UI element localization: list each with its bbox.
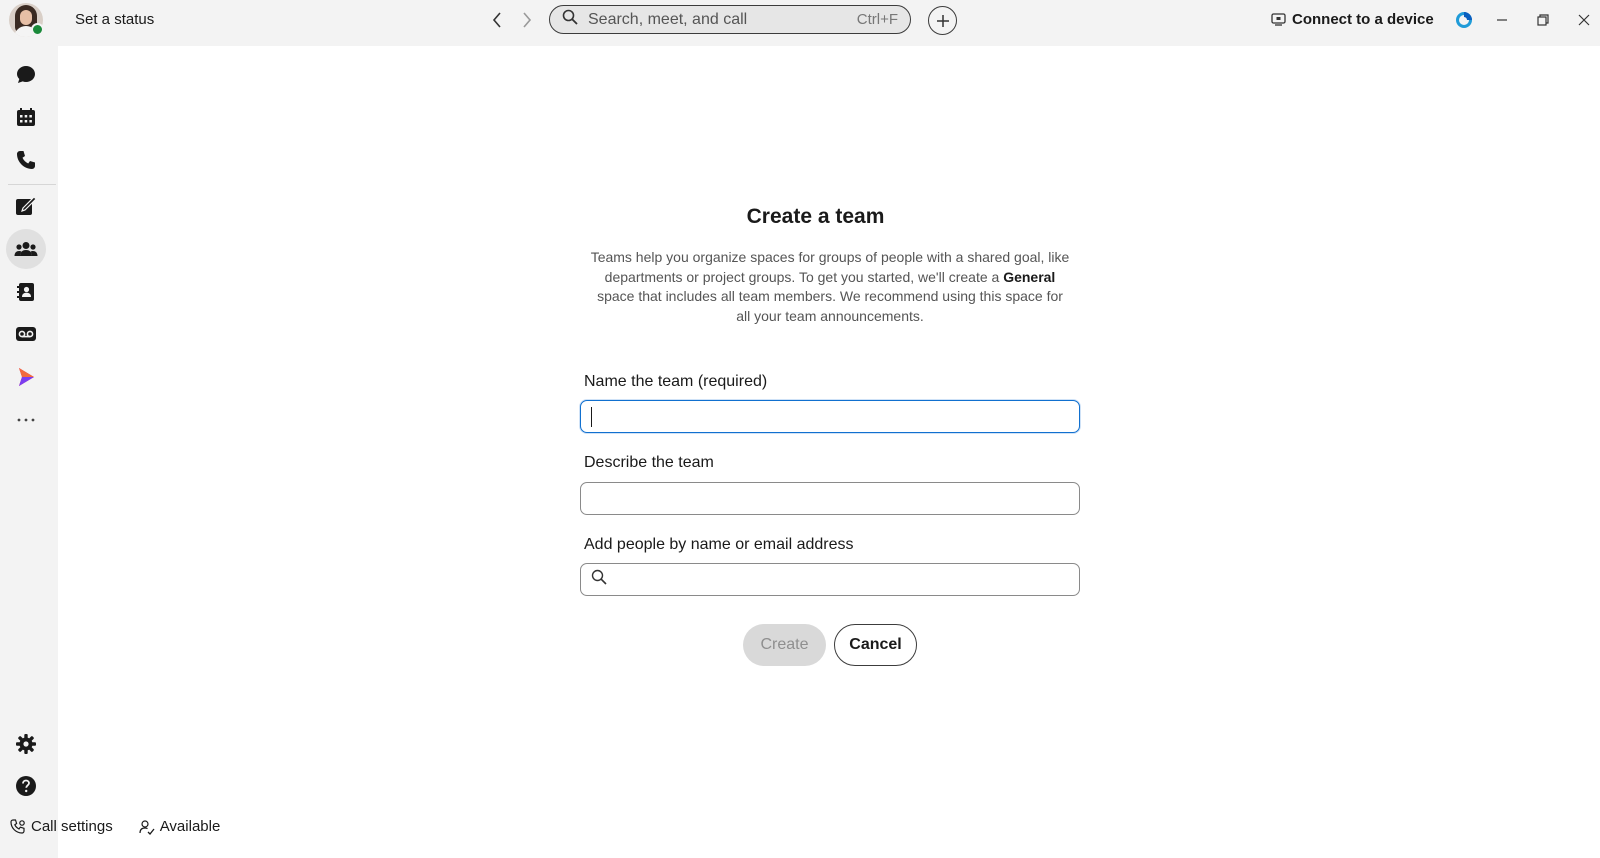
phone-icon[interactable] <box>6 140 46 180</box>
help-icon[interactable] <box>6 766 46 806</box>
vidcast-icon[interactable] <box>6 357 46 397</box>
team-description-input[interactable] <box>591 490 1069 507</box>
voicemail-icon[interactable] <box>6 314 46 354</box>
create-button[interactable]: Create <box>743 624 826 666</box>
search-icon <box>591 569 607 590</box>
webex-logo-icon[interactable] <box>1454 10 1474 30</box>
sidebar-divider <box>8 184 56 185</box>
page-title: Create a team <box>746 205 885 228</box>
restore-button[interactable] <box>1531 8 1555 32</box>
plus-icon <box>936 14 949 27</box>
connect-device-label: Connect to a device <box>1292 11 1434 28</box>
availability-label: Available <box>159 818 221 835</box>
availability-button[interactable]: Available <box>139 818 221 835</box>
top-bar: Set a status Search, meet, and call Ctrl… <box>0 0 1600 46</box>
search-bar[interactable]: Search, meet, and call Ctrl+F <box>549 5 911 34</box>
team-description-label: Describe the team <box>584 454 714 471</box>
connect-device-button[interactable]: Connect to a device <box>1271 11 1434 28</box>
team-name-label: Name the team (required) <box>584 373 768 390</box>
add-people-input[interactable] <box>613 571 1069 588</box>
call-settings-icon <box>10 818 25 834</box>
messaging-icon[interactable] <box>6 55 46 95</box>
close-button[interactable] <box>1572 8 1596 32</box>
set-status-label[interactable]: Set a status <box>75 11 154 28</box>
team-name-field[interactable] <box>580 400 1080 433</box>
minimize-button[interactable] <box>1490 8 1514 32</box>
calendar-icon[interactable] <box>6 97 46 137</box>
call-settings-label: Call settings <box>31 818 113 835</box>
search-icon <box>562 9 578 30</box>
team-description-text: Teams help you organize spaces for group… <box>590 249 1070 324</box>
app-window: Set a status Search, meet, and call Ctrl… <box>0 0 1600 858</box>
contacts-icon[interactable] <box>6 272 46 312</box>
add-people-label: Add people by name or email address <box>584 536 854 553</box>
availability-icon <box>139 819 155 835</box>
teams-icon[interactable] <box>6 229 46 269</box>
gear-icon[interactable] <box>6 724 46 764</box>
back-arrow-icon[interactable] <box>486 9 508 31</box>
cancel-button[interactable]: Cancel <box>834 624 917 666</box>
call-settings-button[interactable]: Call settings <box>10 818 113 835</box>
search-placeholder: Search, meet, and call <box>588 10 748 28</box>
sidebar <box>0 46 58 858</box>
more-icon[interactable] <box>6 400 46 440</box>
search-shortcut: Ctrl+F <box>856 11 898 28</box>
add-people-field[interactable] <box>580 563 1080 596</box>
forward-arrow-icon[interactable] <box>516 9 538 31</box>
device-icon <box>1271 13 1286 26</box>
presence-indicator <box>31 23 44 36</box>
footer-bar: Call settings Available <box>10 818 246 835</box>
team-name-input[interactable] <box>592 408 1069 425</box>
team-description-field[interactable] <box>580 482 1080 515</box>
new-action-button[interactable] <box>928 6 957 35</box>
